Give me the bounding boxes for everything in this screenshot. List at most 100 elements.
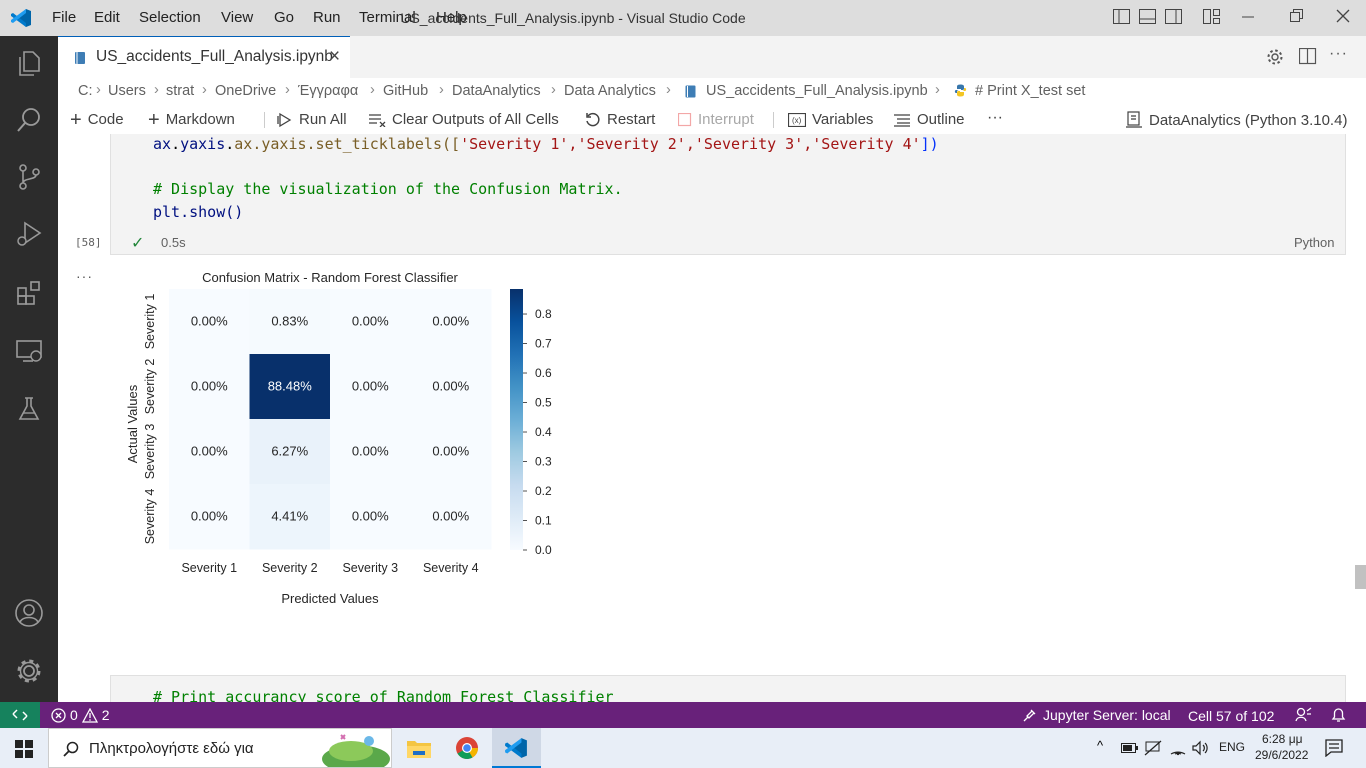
notifications-bell-icon[interactable]	[1331, 707, 1346, 723]
battery-icon[interactable]	[1121, 742, 1139, 754]
code-comment: # Display the visualization of the Confu…	[153, 180, 623, 198]
breadcrumb-item[interactable]: # Print X_test set	[975, 83, 1085, 99]
split-editor-icon[interactable]	[1299, 48, 1317, 66]
heatmap-annotation: 0.00%	[352, 444, 389, 459]
explorer-icon[interactable]	[12, 46, 46, 80]
breadcrumb-item[interactable]: Έγγραφα	[298, 83, 358, 99]
kernel-icon	[1126, 111, 1142, 128]
notebook-file-icon	[685, 85, 696, 98]
add-code-button[interactable]: + Code	[70, 108, 124, 131]
cell-language[interactable]: Python	[1294, 235, 1334, 250]
interrupt-label: Interrupt	[698, 111, 754, 128]
settings-gear-icon[interactable]	[12, 654, 46, 688]
output-menu-icon[interactable]: ···	[76, 268, 93, 284]
volume-icon[interactable]	[1192, 740, 1210, 756]
toggle-secondary-sidebar-icon[interactable]	[1165, 9, 1183, 25]
clock-date[interactable]: 29/6/2022	[1255, 748, 1308, 762]
chrome-icon[interactable]	[455, 736, 479, 760]
svg-text:(x): (x)	[792, 116, 802, 125]
colorbar-tick-label: 0.3	[535, 455, 552, 469]
heatmap-annotation: 0.00%	[191, 509, 228, 524]
jupyter-server-label: Jupyter Server: local	[1043, 707, 1171, 723]
input-language[interactable]: ENG	[1219, 740, 1245, 754]
y-tick-label: Severity 4	[143, 489, 157, 545]
code-cell[interactable]: ax.yaxis.ax.yaxis.set_ticklabels(['Sever…	[110, 134, 1346, 255]
show-hidden-icons-icon[interactable]: ^	[1097, 738, 1103, 753]
breadcrumb-item[interactable]: US_accidents_Full_Analysis.ipynb	[706, 83, 928, 99]
wifi-icon[interactable]	[1170, 740, 1186, 756]
clear-all-icon	[369, 113, 386, 127]
more-actions-icon[interactable]: ···	[1329, 45, 1348, 63]
run-all-button[interactable]: Run All	[277, 111, 347, 128]
breadcrumb-item[interactable]: Users	[108, 83, 146, 99]
add-markdown-button[interactable]: + Markdown	[148, 110, 235, 130]
toolbar-more-icon[interactable]: ···	[987, 109, 1003, 127]
taskbar-search-box[interactable]: Πληκτρολογήστε εδώ για	[48, 728, 392, 768]
breadcrumb-item[interactable]: DataAnalytics	[452, 83, 541, 99]
account-icon[interactable]	[12, 596, 46, 630]
testing-icon[interactable]	[12, 392, 46, 426]
source-control-icon[interactable]	[12, 160, 46, 194]
editor-scrollbar-thumb[interactable]	[1355, 565, 1366, 589]
jupyter-server-status[interactable]: Jupyter Server: local	[1022, 707, 1171, 723]
action-center-icon[interactable]	[1325, 739, 1343, 757]
variables-icon: (x)	[788, 112, 806, 127]
breadcrumb-item[interactable]: OneDrive	[215, 83, 276, 99]
status-bar: 0 2 Jupyter Server: local Cell 57 of 102	[0, 702, 1366, 728]
cell-position[interactable]: Cell 57 of 102	[1188, 708, 1274, 724]
notebook-toolbar: + Code + Markdown Run All Clear Outputs …	[58, 106, 1366, 134]
breadcrumb-item[interactable]: strat	[166, 83, 194, 99]
y-tick-label: Severity 2	[143, 359, 157, 415]
feedback-icon[interactable]	[1295, 707, 1312, 723]
customize-layout-icon[interactable]	[1203, 9, 1221, 25]
remote-explorer-icon[interactable]	[12, 334, 46, 368]
breadcrumb-item[interactable]: Data Analytics	[564, 83, 656, 99]
toggle-sidebar-icon[interactable]	[1113, 9, 1131, 25]
colorbar-tick-label: 0.7	[535, 337, 552, 351]
success-check-icon: ✓	[131, 235, 145, 252]
tab-notebook[interactable]: US_accidents_Full_Analysis.ipynb ×	[58, 36, 350, 78]
tab-close-icon[interactable]: ×	[329, 46, 340, 68]
x-tick-label: Severity 2	[262, 561, 318, 575]
remote-indicator[interactable]	[0, 702, 40, 728]
python-icon	[954, 84, 967, 97]
colorbar-tick-label: 0.5	[535, 396, 552, 410]
confusion-matrix-chart: Confusion Matrix - Random Forest Classif…	[125, 270, 552, 606]
heatmap-annotation: 0.00%	[432, 314, 469, 329]
breadcrumb-item[interactable]: C:	[78, 83, 93, 99]
kernel-picker[interactable]: DataAnalytics (Python 3.10.4)	[1125, 111, 1347, 129]
problems-indicator[interactable]: 0 2	[51, 707, 110, 723]
interrupt-button[interactable]: Interrupt	[678, 111, 754, 128]
heatmap-annotation: 0.00%	[191, 444, 228, 459]
heatmap-annotation: 0.00%	[191, 314, 228, 329]
restart-button[interactable]: Restart	[585, 111, 655, 128]
toolbar-divider	[264, 112, 265, 128]
variables-label: Variables	[812, 111, 874, 128]
colorbar	[510, 289, 523, 550]
network-icon[interactable]	[1144, 740, 1162, 756]
taskbar-vscode-button[interactable]	[492, 728, 541, 768]
outline-button[interactable]: Outline	[893, 111, 965, 128]
windows-start-icon[interactable]	[15, 740, 33, 758]
heatmap-annotation: 0.83%	[271, 314, 308, 329]
minimize-icon[interactable]	[1242, 16, 1256, 18]
heatmap-annotation: 88.48%	[268, 379, 313, 394]
search-icon[interactable]	[12, 103, 46, 137]
toggle-panel-icon[interactable]	[1139, 9, 1157, 25]
execution-duration: 0.5s	[161, 235, 186, 250]
code-line: ax.yaxis.ax.yaxis.set_ticklabels(['Sever…	[153, 135, 939, 153]
restore-icon[interactable]	[1290, 9, 1304, 23]
notebook-settings-icon[interactable]	[1266, 48, 1284, 66]
breadcrumb-item[interactable]: GitHub	[383, 83, 428, 99]
heatmap-annotation: 0.00%	[352, 509, 389, 524]
next-code-cell[interactable]: # Print accurancy score of Random Forest…	[110, 675, 1346, 702]
close-window-icon[interactable]	[1336, 9, 1350, 23]
variables-button[interactable]: (x) Variables	[788, 111, 873, 128]
run-debug-icon[interactable]	[12, 217, 46, 251]
clear-outputs-button[interactable]: Clear Outputs of All Cells	[368, 111, 559, 128]
extensions-icon[interactable]	[12, 276, 46, 310]
clock-time[interactable]: 6:28 μμ	[1262, 732, 1303, 746]
interrupt-icon	[678, 112, 692, 126]
plus-icon: +	[70, 108, 82, 131]
file-explorer-icon[interactable]	[406, 737, 432, 759]
